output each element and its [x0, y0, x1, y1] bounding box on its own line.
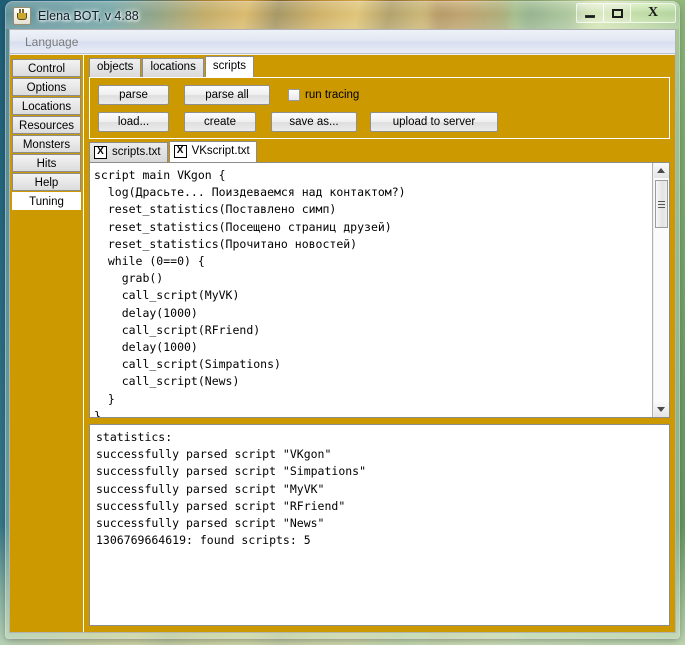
- tab-locations[interactable]: locations: [142, 58, 204, 77]
- scrollbar-track[interactable]: [653, 178, 669, 402]
- file-tab-label: VKscript.txt: [191, 145, 250, 157]
- sidebar-item-locations[interactable]: Locations: [12, 97, 81, 115]
- upload-to-server-button[interactable]: upload to server: [370, 112, 498, 132]
- file-tab-label: scripts.txt: [112, 146, 161, 158]
- scroll-down-button[interactable]: [653, 402, 669, 417]
- chevron-up-icon: [657, 168, 665, 173]
- scroll-up-button[interactable]: [653, 163, 669, 178]
- menu-item-language[interactable]: Language: [17, 33, 86, 51]
- sidebar-item-control[interactable]: Control: [12, 59, 81, 77]
- work-area: Control Options Locations Resources Mons…: [10, 55, 675, 632]
- parse-button[interactable]: parse: [98, 85, 169, 105]
- create-button[interactable]: create: [184, 112, 256, 132]
- window-controls: X: [576, 3, 676, 23]
- run-tracing-label: run tracing: [305, 89, 360, 101]
- minimize-icon: [585, 14, 595, 18]
- minimize-button[interactable]: [576, 3, 604, 23]
- sidebar-item-monsters[interactable]: Monsters: [12, 135, 81, 153]
- file-tab-vkscript-txt[interactable]: X VKscript.txt: [168, 141, 257, 162]
- sidebar-item-help[interactable]: Help: [12, 173, 81, 191]
- close-icon[interactable]: X: [94, 145, 107, 159]
- save-as-button[interactable]: save as...: [271, 112, 357, 132]
- scripts-toolbar: parse parse all run tracing load... crea…: [89, 77, 670, 139]
- code-editor[interactable]: script main VKgon { log(Драсьте... Поизд…: [90, 163, 652, 417]
- grip-icon: [657, 200, 665, 208]
- load-button[interactable]: load...: [98, 112, 169, 132]
- tab-objects[interactable]: objects: [89, 58, 142, 77]
- scrollbar-thumb[interactable]: [654, 180, 668, 228]
- tab-scripts[interactable]: scripts: [204, 56, 255, 77]
- tab-strip: objects locations scripts: [84, 55, 675, 77]
- sidebar-item-options[interactable]: Options: [12, 78, 81, 96]
- sidebar: Control Options Locations Resources Mons…: [10, 55, 83, 632]
- statistics-output[interactable]: statistics: successfully parsed script "…: [89, 424, 670, 626]
- close-button[interactable]: X: [630, 3, 676, 23]
- code-editor-panel: script main VKgon { log(Драсьте... Поизд…: [89, 162, 670, 418]
- menu-bar: Language: [10, 30, 675, 54]
- chevron-down-icon: [657, 407, 665, 412]
- sidebar-item-tuning[interactable]: Tuning: [12, 192, 81, 210]
- content-panel: objects locations scripts parse parse al…: [83, 55, 675, 632]
- sidebar-item-resources[interactable]: Resources: [12, 116, 81, 134]
- maximize-icon: [611, 8, 623, 18]
- parse-all-button[interactable]: parse all: [184, 85, 270, 105]
- window-body: Language Control Options Locations Resou…: [9, 29, 676, 633]
- maximize-button[interactable]: [603, 3, 631, 23]
- close-icon: X: [647, 5, 659, 20]
- file-tab-strip: X scripts.txt X VKscript.txt: [84, 139, 675, 162]
- run-tracing-checkbox-wrap[interactable]: run tracing: [288, 89, 359, 101]
- sidebar-item-hits[interactable]: Hits: [12, 154, 81, 172]
- title-bar[interactable]: Elena BOT, v 4.88 X: [6, 2, 679, 29]
- application-window: Elena BOT, v 4.88 X Language Control Opt…: [6, 2, 679, 638]
- editor-vertical-scrollbar[interactable]: [652, 163, 669, 417]
- close-icon[interactable]: X: [173, 144, 187, 158]
- java-coffee-cup-icon: [13, 6, 31, 25]
- window-title: Elena BOT, v 4.88: [38, 8, 139, 23]
- toolbar-row-bottom: load... create save as... upload to serv…: [90, 112, 669, 132]
- toolbar-row-top: parse parse all run tracing: [90, 85, 669, 105]
- file-tab-scripts-txt[interactable]: X scripts.txt: [89, 142, 168, 162]
- run-tracing-checkbox[interactable]: [288, 89, 300, 101]
